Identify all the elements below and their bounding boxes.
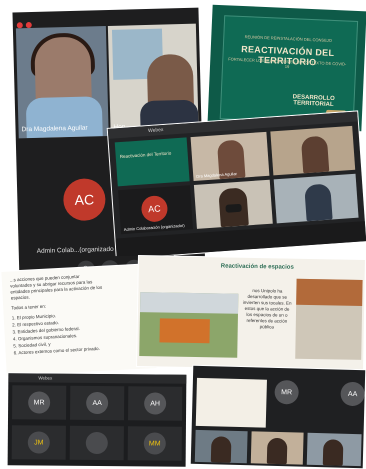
meeting-grid-view: Webex MR AA AH JM MM — [7, 373, 187, 467]
avatar: AC — [140, 194, 169, 223]
window-title: Webex — [38, 375, 53, 381]
participant-figure — [210, 436, 232, 463]
participant-name-3: Admin Colab...(organizado — [36, 245, 114, 255]
video-tile[interactable]: JM — [11, 425, 66, 460]
video-tile[interactable] — [270, 125, 356, 176]
video-tile-participant-1[interactable] — [15, 26, 109, 139]
pavilion-photo — [295, 278, 363, 360]
window-title: Webex — [147, 127, 164, 135]
video-tile[interactable]: AA — [70, 385, 125, 421]
video-tile[interactable] — [273, 173, 359, 224]
photo-sky — [139, 292, 239, 314]
photo-slide: Reactivación de espacios nos Unipolo ha … — [137, 256, 365, 370]
avatar: AH — [144, 392, 167, 415]
slide-header: Reactivación de espacios — [220, 263, 294, 271]
avatar: AA — [86, 391, 109, 415]
video-tile[interactable] — [306, 432, 362, 467]
avatar: MR — [274, 379, 299, 405]
avatar: MM — [143, 432, 166, 455]
video-tile[interactable] — [193, 179, 273, 229]
meeting-screen-secondary: MR AA — [190, 365, 366, 469]
video-tile[interactable] — [69, 425, 124, 461]
avatar: AC — [62, 178, 106, 222]
video-tile[interactable]: AH — [127, 386, 183, 421]
avatar: JM — [27, 431, 50, 454]
window-titlebar — [8, 373, 187, 384]
video-tile[interactable] — [250, 431, 304, 465]
slide-body-text: nos Unipolo ha desarrollado que se invie… — [242, 288, 292, 330]
video-tile[interactable]: Dra Magdalena Aguilar — [190, 131, 270, 182]
playground-photo — [139, 292, 239, 358]
document-page: ...s acciones que pueden conjuntar volun… — [1, 264, 157, 376]
video-tile-shared-slide[interactable]: Reactivación del Territorio — [114, 137, 190, 187]
participant-figure — [300, 135, 330, 174]
avatar: MR — [28, 391, 51, 414]
avatar: AA — [340, 381, 365, 407]
shared-document — [195, 377, 267, 428]
playground-structure — [159, 318, 210, 344]
avatar — [85, 431, 108, 455]
shared-slide-title: Reactivación del Territorio — [119, 150, 172, 160]
tile-label: Admin Colaboración (organizador) — [123, 222, 185, 232]
face-mask — [225, 203, 242, 213]
participant-figure — [266, 437, 288, 465]
participant-figure — [322, 439, 344, 466]
meeting-gallery-view: Webex Reactivación del Territorio Dra Ma… — [107, 111, 366, 259]
pavilion-roof — [296, 278, 363, 306]
video-tile-avatar[interactable]: AC Admin Colaboración (organizador) — [118, 185, 193, 235]
video-tile[interactable]: MM — [127, 426, 182, 461]
video-tile[interactable] — [194, 429, 248, 464]
video-tile[interactable]: MR — [12, 385, 67, 420]
participant-figure — [304, 183, 333, 222]
video-tile-participant-2[interactable] — [107, 23, 199, 136]
